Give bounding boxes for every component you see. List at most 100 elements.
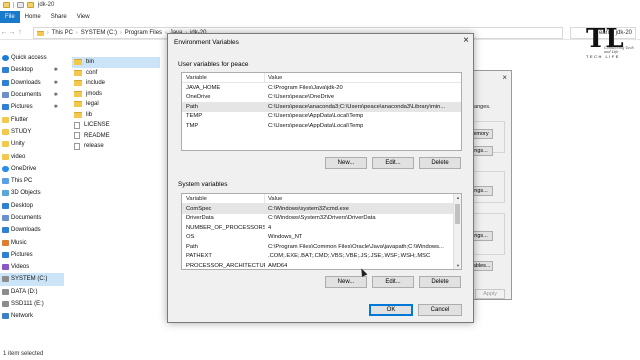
file-name: conf [86, 69, 98, 76]
sidebar-item-quick-access[interactable]: Quick access [0, 52, 64, 64]
variable-row[interactable]: PROCESSOR_ARCHITECTURE AMD64 [182, 261, 461, 269]
variable-row[interactable]: TMP C:\Users\peace\AppData\Local\Temp [182, 121, 461, 131]
variable-row[interactable]: PATHEXT .COM;.EXE;.BAT;.CMD;.VBS;.VBE;.JS… [182, 252, 461, 262]
variable-value: C:\Users\peace\AppData\Local\Temp [268, 122, 364, 129]
system-delete-button[interactable]: Delete [419, 276, 461, 288]
sidebar-item-onedrive[interactable]: OneDrive [0, 163, 64, 175]
sidebar-item-label: 3D Objects [11, 190, 41, 197]
file-list-item[interactable]: release [72, 141, 172, 152]
system-variables-list[interactable]: Variable Value ComSpec C:\Windows\system3… [181, 193, 462, 270]
file-list: bin conf include jmods legal lib LICENSE README… [72, 57, 172, 152]
sidebar-item-videos[interactable]: Videos [0, 261, 64, 273]
tab-share[interactable]: Share [46, 11, 72, 23]
folder-icon[interactable] [3, 2, 10, 8]
sidebar-item-data-d[interactable]: DATA (D:) [0, 286, 64, 298]
variable-row[interactable]: TEMP C:\Users\peace\AppData\Local\Temp [182, 112, 461, 122]
sidebar-item-documents[interactable]: Documents [0, 212, 64, 224]
variable-name: JAVA_HOME [186, 84, 221, 91]
variable-name: TMP [186, 122, 199, 129]
tab-file[interactable]: File [0, 11, 20, 23]
folder-icon [2, 141, 9, 148]
sidebar-item-pictures[interactable]: Pictures ✱ [0, 101, 64, 113]
file-list-item[interactable]: conf [72, 68, 172, 79]
sidebar-item-desktop[interactable]: Desktop ✱ [0, 64, 64, 76]
logo-tagline: Connecting Tech and Life [604, 46, 634, 54]
scroll-down-icon[interactable]: ▼ [454, 263, 461, 268]
cube-icon [2, 190, 9, 197]
column-header-value[interactable]: Value [265, 196, 282, 202]
variable-row[interactable]: DriverData C:\Windows\System32\Drivers\Dr… [182, 214, 461, 224]
sidebar-item-network[interactable]: Network [0, 310, 64, 322]
pictures-icon [2, 104, 9, 111]
column-header-value[interactable]: Value [265, 75, 282, 81]
tab-home[interactable]: Home [20, 11, 46, 23]
sidebar-item-video[interactable]: video [0, 150, 64, 162]
new-folder-icon[interactable] [27, 2, 34, 8]
file-list-item[interactable]: legal [72, 99, 172, 110]
user-edit-button[interactable]: Edit... [372, 157, 414, 169]
sidebar-item-label: Pictures [11, 104, 33, 111]
breadcrumb-system-drive[interactable]: SYSTEM (C:) [81, 30, 117, 36]
sidebar-item-downloads[interactable]: Downloads [0, 224, 64, 236]
file-list-item[interactable]: README [72, 131, 172, 142]
breadcrumb-program-files[interactable]: Program Files [125, 30, 162, 36]
variable-name: ComSpec [186, 205, 212, 212]
user-delete-button[interactable]: Delete [419, 157, 461, 169]
close-icon[interactable]: × [463, 35, 469, 46]
scrollbar-thumb[interactable] [455, 204, 460, 224]
sidebar-item-flutter[interactable]: Flutter [0, 113, 64, 125]
sidebar-item-desktop[interactable]: Desktop [0, 200, 64, 212]
folder-icon [74, 69, 82, 76]
desktop-icon [2, 67, 9, 74]
file-list-item[interactable]: include [72, 78, 172, 89]
column-header-variable[interactable]: Variable [182, 194, 265, 203]
variable-row[interactable]: OneDrive C:\Users\peace\OneDrive [182, 93, 461, 103]
file-list-item[interactable]: bin [72, 57, 160, 68]
ok-button[interactable]: OK [369, 304, 413, 316]
sidebar-item-label: Music [11, 239, 27, 246]
close-icon[interactable]: × [502, 73, 507, 82]
sidebar-item-study[interactable]: STUDY [0, 126, 64, 138]
user-new-button[interactable]: New... [325, 157, 367, 169]
environment-variables-dialog: Environment Variables × User variables f… [167, 33, 474, 323]
cancel-button[interactable]: Cancel [418, 304, 462, 316]
breadcrumb-this-pc[interactable]: This PC [52, 30, 73, 36]
sidebar-item-downloads[interactable]: Downloads ✱ [0, 77, 64, 89]
sidebar-item-documents[interactable]: Documents ✱ [0, 89, 64, 101]
file-name: release [84, 143, 104, 150]
cloud-icon [2, 165, 9, 172]
file-list-item[interactable]: LICENSE [72, 120, 172, 131]
scroll-up-icon[interactable]: ▲ [454, 195, 461, 200]
file-list-item[interactable]: jmods [72, 89, 172, 100]
list-header: Variable Value [182, 73, 461, 83]
music-icon [2, 239, 9, 246]
file-list-item[interactable]: lib [72, 110, 172, 121]
sidebar-item-this-pc[interactable]: This PC [0, 175, 64, 187]
system-new-button[interactable]: New... [325, 276, 367, 288]
apply-button[interactable]: Apply [475, 289, 505, 299]
variable-name: DriverData [186, 215, 214, 222]
forward-arrow-icon[interactable]: → [8, 29, 16, 36]
vertical-scrollbar[interactable]: ▲ ▼ [453, 194, 461, 269]
back-arrow-icon[interactable]: ← [0, 29, 8, 36]
system-edit-button[interactable]: Edit... [372, 276, 414, 288]
user-variables-list[interactable]: Variable Value JAVA_HOME C:\Program Files… [181, 72, 462, 151]
sidebar-item-unity[interactable]: Unity [0, 138, 64, 150]
sidebar-item-ssd111-e[interactable]: SSD111 (E:) [0, 298, 64, 310]
sidebar-item-system-c[interactable]: SYSTEM (C:) [0, 273, 64, 286]
sidebar-item-3d-objects[interactable]: 3D Objects [0, 187, 64, 199]
sidebar-item-music[interactable]: Music [0, 236, 64, 248]
column-header-variable[interactable]: Variable [182, 73, 265, 82]
list-header: Variable Value [182, 194, 461, 204]
variable-row[interactable]: JAVA_HOME C:\Program Files\Java\jdk-20 [182, 83, 461, 93]
sidebar-item-label: Videos [11, 264, 30, 271]
variable-row[interactable]: NUMBER_OF_PROCESSORS 4 [182, 223, 461, 233]
variable-row[interactable]: OS Windows_NT [182, 233, 461, 243]
variable-row[interactable]: ComSpec C:\Windows\system32\cmd.exe [182, 204, 461, 214]
properties-icon[interactable] [17, 2, 24, 8]
up-arrow-icon[interactable]: ↑ [16, 29, 24, 36]
sidebar-item-pictures[interactable]: Pictures [0, 249, 64, 261]
variable-row[interactable]: Path C:\Users\peace\anaconda3;C:\Users\pe… [182, 102, 461, 112]
tab-view[interactable]: View [72, 11, 95, 23]
variable-row[interactable]: Path C:\Program Files\Common Files\Oracle… [182, 242, 461, 252]
